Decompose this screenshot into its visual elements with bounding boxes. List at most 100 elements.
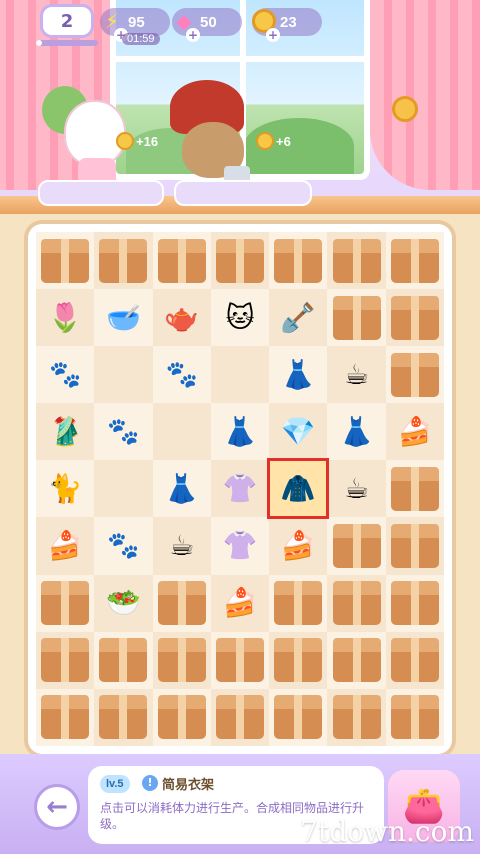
arrow-left-icon: ← — [46, 792, 68, 822]
board-cell[interactable]: 🥣 — [94, 289, 153, 347]
watermark: 7tdown.com — [300, 815, 474, 848]
info-icon[interactable]: ! — [142, 775, 158, 791]
paw-print-icon: 🐾 — [107, 531, 140, 562]
board-cell[interactable] — [269, 688, 328, 746]
add-coins-button[interactable]: + — [266, 28, 280, 42]
board-cell[interactable] — [36, 232, 95, 290]
xp-progress-fill — [36, 40, 43, 46]
energy-timer: 01:59 — [122, 33, 160, 45]
board-cell[interactable] — [269, 574, 328, 632]
paw-print-icon: 🐾 — [165, 359, 198, 390]
paw-print-icon: 🐾 — [48, 359, 82, 390]
board-cell[interactable]: 🐱 — [210, 289, 270, 347]
board-cell[interactable]: 👚 — [210, 517, 270, 575]
cake-icon: 🍰 — [397, 414, 433, 448]
item-level-tag: lv.5 — [100, 775, 130, 793]
board-cell[interactable] — [385, 688, 445, 746]
reward-amount: +6 — [276, 133, 291, 149]
board-cell[interactable] — [94, 460, 153, 518]
board-cell[interactable] — [327, 631, 386, 689]
cat-box-icon: 🐈 — [47, 471, 83, 505]
board-cell[interactable] — [210, 631, 270, 689]
board-cell[interactable]: 👗 — [210, 403, 270, 461]
order-slot — [38, 180, 164, 206]
cardboard-box-icon — [274, 581, 323, 626]
cardboard-box-icon — [332, 295, 381, 340]
xp-progress-bar — [36, 40, 98, 46]
cardboard-box-icon — [157, 695, 206, 740]
board-cell[interactable]: 🐾 — [94, 517, 153, 575]
customer-witch-cat[interactable]: +6 — [164, 80, 294, 190]
board-cell[interactable] — [152, 574, 211, 632]
cardboard-box-icon — [274, 638, 323, 683]
cat-icon: 🐱 — [225, 300, 255, 334]
board-cell[interactable]: 🐈 — [36, 460, 95, 518]
board-cell[interactable]: 🪏 — [269, 289, 328, 347]
dress-icon: 👗 — [222, 414, 258, 448]
board-cell[interactable] — [269, 631, 328, 689]
board-cell[interactable]: 👗 — [269, 346, 328, 404]
board-cell[interactable] — [152, 631, 211, 689]
board-cell[interactable] — [327, 232, 386, 290]
board-cell[interactable] — [327, 574, 386, 632]
tulip-icon: 🌷 — [47, 300, 83, 334]
board-cell[interactable] — [385, 460, 445, 518]
board-cell[interactable] — [269, 232, 328, 290]
board-cell[interactable]: 🍰 — [269, 517, 328, 575]
board-cell[interactable] — [210, 688, 270, 746]
add-gems-button[interactable]: + — [186, 28, 200, 42]
board-cell[interactable] — [385, 517, 445, 575]
board-cell[interactable] — [152, 403, 211, 461]
board-cell[interactable] — [36, 688, 95, 746]
board-cell[interactable]: 🥻 — [36, 403, 95, 461]
board-cell[interactable]: 🫖 — [152, 289, 211, 347]
board-cell[interactable] — [327, 517, 386, 575]
board-cell[interactable]: 🥗 — [94, 574, 153, 632]
gem-counter[interactable]: ◆ + 50 — [172, 8, 242, 42]
board-cell[interactable] — [36, 574, 95, 632]
board-cell[interactable]: ☕ — [327, 346, 386, 404]
board-cell[interactable]: 🍰 — [385, 403, 445, 461]
board-cell[interactable]: 🍰 — [36, 517, 95, 575]
board-cell[interactable] — [385, 346, 445, 404]
board-cell[interactable] — [94, 631, 153, 689]
board-cell[interactable] — [210, 232, 270, 290]
board-cell[interactable] — [385, 631, 445, 689]
board-cell[interactable] — [94, 346, 153, 404]
coin-counter[interactable]: + 23 — [252, 8, 322, 42]
player-level-badge[interactable]: 2 — [40, 4, 94, 38]
board-cell[interactable]: 🧥 — [267, 458, 330, 520]
board-cell[interactable] — [210, 346, 270, 404]
board-cell[interactable] — [385, 232, 445, 290]
board-cell[interactable]: 🐾 — [94, 403, 153, 461]
board-cell[interactable] — [327, 688, 386, 746]
board-cell[interactable]: ☕ — [152, 517, 211, 575]
cardboard-box-icon — [390, 352, 439, 397]
board-cell[interactable] — [152, 232, 211, 290]
board-cell[interactable]: 🌷 — [36, 289, 95, 347]
board-cell[interactable]: 🐾 — [152, 346, 211, 404]
board-cell[interactable]: 💎 — [269, 403, 328, 461]
board-cell[interactable] — [94, 688, 153, 746]
curtain-tieback — [392, 96, 418, 122]
item-name: 简易衣架 — [162, 778, 215, 793]
cardboard-box-icon — [99, 238, 148, 283]
robe-icon: 🥻 — [47, 414, 83, 448]
board-cell[interactable]: 🐾 — [36, 346, 95, 404]
spilled-cup-icon: ☕ — [344, 357, 370, 391]
board-cell[interactable]: 🍰 — [210, 574, 270, 632]
board-cell[interactable]: 👗 — [152, 460, 211, 518]
energy-counter[interactable]: ⚡ + 95 — [100, 8, 170, 42]
cardboard-box-icon — [390, 466, 439, 511]
board-cell[interactable]: 👚 — [210, 460, 270, 518]
board-cell[interactable] — [385, 289, 445, 347]
board-cell[interactable] — [152, 688, 211, 746]
board-cell[interactable] — [385, 574, 445, 632]
board-cell[interactable] — [36, 631, 95, 689]
board-cell[interactable]: 👗 — [327, 403, 386, 461]
board-cell[interactable]: ☕ — [327, 460, 386, 518]
board-cell[interactable] — [327, 289, 386, 347]
back-button[interactable]: ← — [34, 784, 80, 830]
board-cell[interactable] — [94, 232, 153, 290]
customer-white-cat[interactable]: +16 — [28, 80, 158, 190]
